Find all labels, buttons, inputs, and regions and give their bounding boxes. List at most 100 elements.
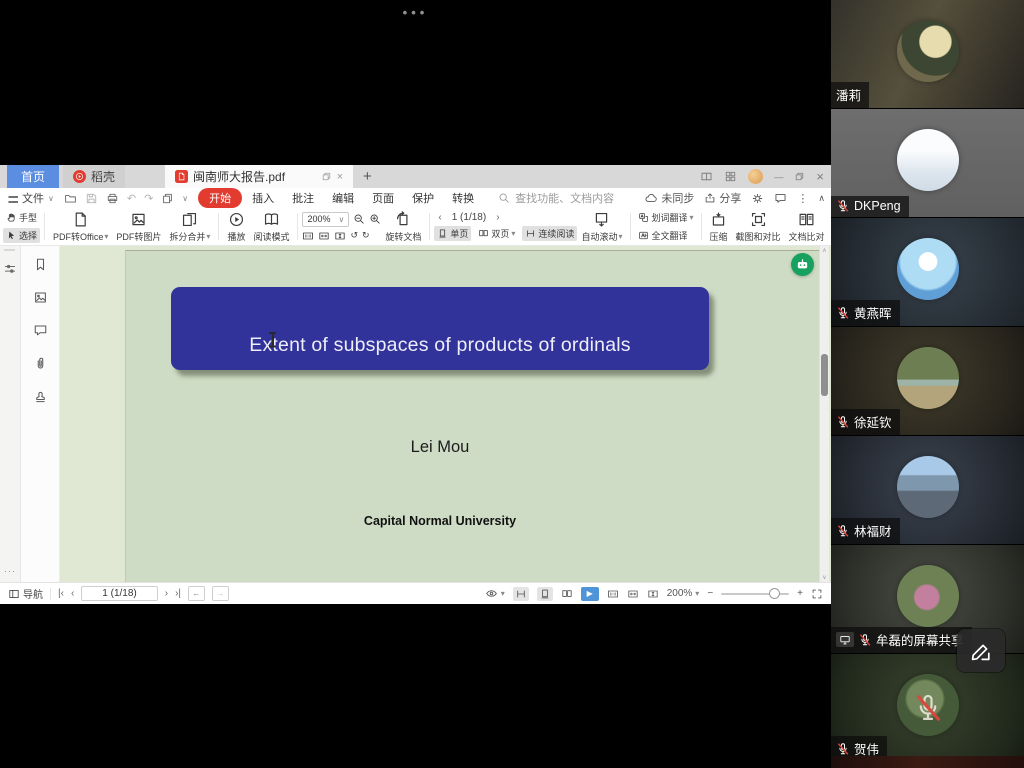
- stamp-icon[interactable]: [33, 389, 48, 404]
- split-merge-button[interactable]: 拆分合并▾: [165, 211, 214, 243]
- last-page-icon[interactable]: ›|: [175, 588, 181, 599]
- tab-float-icon[interactable]: [321, 171, 332, 182]
- tab-document[interactable]: 闽南师大报告.pdf ×: [165, 165, 353, 188]
- zoom-slider[interactable]: [721, 593, 789, 595]
- rotate-right-icon[interactable]: ↻: [362, 230, 370, 241]
- ribbon-tab-protect[interactable]: 保护: [404, 189, 442, 207]
- search-box[interactable]: 查找功能、文档内容: [498, 190, 614, 206]
- page-indicator[interactable]: 1 (1/18): [452, 212, 486, 223]
- copy-icon[interactable]: [161, 192, 174, 205]
- open-icon[interactable]: [64, 192, 77, 205]
- read-mode-button[interactable]: 阅读模式: [249, 211, 293, 243]
- tab-home[interactable]: 首页: [7, 165, 59, 188]
- pdf-to-image-button[interactable]: PDF转图片: [112, 211, 165, 243]
- compress-button[interactable]: 压缩: [706, 211, 732, 243]
- screenshot-compare-button[interactable]: 截图和对比: [732, 211, 785, 243]
- share-button[interactable]: 分享: [704, 190, 741, 206]
- double-page-view-icon[interactable]: [561, 588, 573, 600]
- zoom-in-icon[interactable]: [369, 213, 381, 225]
- split-view-icon[interactable]: [700, 170, 713, 183]
- full-translate-button[interactable]: 全文翻译: [635, 228, 696, 243]
- panel-grip[interactable]: [4, 249, 15, 251]
- single-page-toggle[interactable]: 单页: [434, 226, 471, 241]
- participant-tile[interactable]: 徐延钦: [831, 327, 1024, 436]
- meeting-more-dots[interactable]: •••: [0, 5, 831, 20]
- zoom-in-button[interactable]: +: [797, 588, 803, 599]
- prev-page-icon[interactable]: ‹: [71, 588, 74, 599]
- fit-width-icon[interactable]: [627, 588, 639, 600]
- next-view-icon[interactable]: →: [212, 586, 229, 601]
- page-indicator-status[interactable]: 1 (1/18): [81, 586, 157, 601]
- continuous-toggle[interactable]: 连续阅读: [522, 226, 577, 241]
- participant-tile[interactable]: 黄燕晖: [831, 218, 1024, 327]
- filter-sliders-icon[interactable]: [3, 262, 17, 276]
- ribbon-tab-convert[interactable]: 转换: [444, 189, 482, 207]
- play-button[interactable]: 播放: [223, 211, 249, 243]
- double-page-toggle[interactable]: 双页▾: [475, 226, 518, 241]
- select-tool[interactable]: 选择: [3, 228, 40, 243]
- zoom-level[interactable]: 200%▾: [667, 588, 700, 599]
- continuous-view-icon[interactable]: [513, 587, 529, 601]
- image-panel-icon[interactable]: [33, 290, 48, 305]
- zoom-out-button[interactable]: −: [707, 588, 713, 599]
- actual-size-icon[interactable]: [302, 230, 314, 242]
- ribbon-tab-page[interactable]: 页面: [364, 189, 402, 207]
- fullscreen-icon[interactable]: [811, 588, 823, 600]
- scroll-up-icon[interactable]: ∧: [821, 247, 828, 254]
- redo-icon[interactable]: ↷: [144, 192, 153, 205]
- hand-tool[interactable]: 手型: [3, 210, 40, 225]
- fit-page-icon[interactable]: [334, 230, 346, 242]
- pdf-to-office-button[interactable]: PDF转Office▾: [49, 211, 112, 243]
- zoom-out-icon[interactable]: [353, 213, 365, 225]
- zoom-slider-knob[interactable]: [769, 588, 780, 599]
- vertical-scrollbar[interactable]: ∧ ∨: [819, 246, 829, 582]
- rotate-doc-button[interactable]: 旋转文档: [381, 211, 425, 243]
- account-avatar[interactable]: [748, 169, 763, 184]
- file-menu[interactable]: 文件 ∨: [6, 190, 54, 206]
- restore-button[interactable]: [794, 171, 805, 182]
- attachment-icon[interactable]: [33, 356, 48, 371]
- prev-page-icon[interactable]: ‹: [438, 212, 441, 223]
- doc-compare-button[interactable]: 文档比对: [785, 211, 829, 243]
- nav-panel-button[interactable]: 导航: [8, 586, 43, 601]
- settings-icon[interactable]: [751, 192, 764, 205]
- ribbon-tab-comment[interactable]: 批注: [284, 189, 322, 207]
- single-page-view-icon[interactable]: [537, 587, 553, 601]
- next-page-icon[interactable]: ›: [165, 588, 168, 599]
- fit-width-icon[interactable]: [318, 230, 330, 242]
- tab-docer[interactable]: 稻壳: [63, 165, 125, 188]
- next-page-icon[interactable]: ›: [496, 212, 499, 223]
- slideshow-play-button[interactable]: ▶: [581, 587, 599, 601]
- comment-panel-icon[interactable]: [33, 323, 48, 338]
- ribbon-tab-insert[interactable]: 插入: [244, 189, 282, 207]
- scrollbar-thumb[interactable]: [821, 354, 828, 396]
- annotate-button[interactable]: [957, 629, 1005, 672]
- word-translate-button[interactable]: 划词翻译▾: [635, 210, 696, 225]
- fit-page-icon[interactable]: [647, 588, 659, 600]
- undo-icon[interactable]: ↶: [127, 192, 136, 205]
- ribbon-tab-start[interactable]: 开始: [198, 188, 242, 208]
- participant-tile[interactable]: 林福财: [831, 436, 1024, 545]
- bookmark-icon[interactable]: [33, 257, 48, 272]
- sync-status[interactable]: 未同步: [644, 190, 694, 206]
- chevron-down-icon[interactable]: ∨: [182, 194, 188, 203]
- scroll-down-icon[interactable]: ∨: [821, 574, 828, 581]
- participant-tile[interactable]: DKPeng: [831, 109, 1024, 218]
- actual-size-icon[interactable]: [607, 588, 619, 600]
- wps-ai-assistant-button[interactable]: [791, 253, 814, 276]
- new-tab-button[interactable]: +: [353, 165, 382, 188]
- participant-tile[interactable]: 潘莉: [831, 0, 1024, 109]
- rotate-left-icon[interactable]: ↺: [350, 230, 358, 241]
- more-icon[interactable]: ⋮: [797, 192, 808, 205]
- close-button[interactable]: ×: [816, 169, 824, 184]
- panel-more-dots[interactable]: ···: [0, 566, 20, 576]
- minimize-button[interactable]: —: [774, 172, 783, 182]
- feedback-icon[interactable]: [774, 192, 787, 205]
- tab-close-icon[interactable]: ×: [337, 171, 343, 183]
- collapse-ribbon-icon[interactable]: ∧: [818, 193, 825, 204]
- prev-view-icon[interactable]: ←: [188, 586, 205, 601]
- save-icon[interactable]: [85, 192, 98, 205]
- eye-protect-icon[interactable]: ▾: [485, 587, 505, 600]
- auto-scroll-button[interactable]: 自动滚动▾: [577, 211, 626, 243]
- ribbon-tab-edit[interactable]: 编辑: [324, 189, 362, 207]
